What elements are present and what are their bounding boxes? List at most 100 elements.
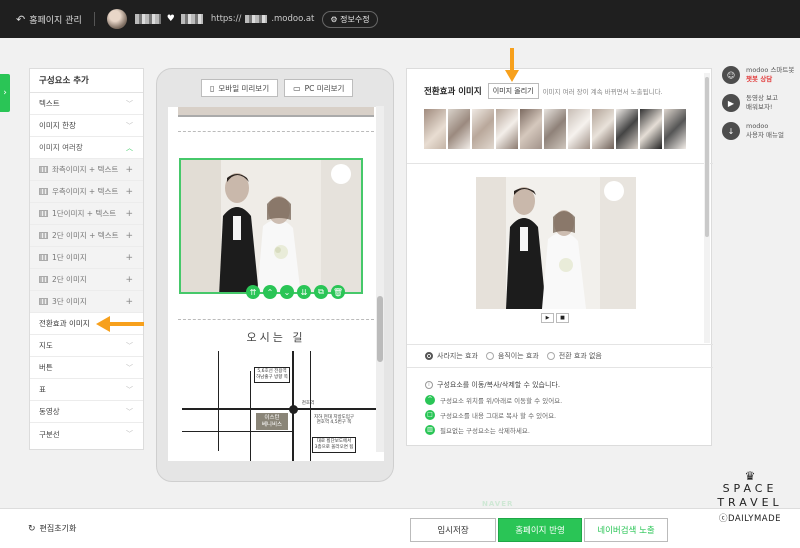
delete-icon[interactable]: 🗑 — [331, 285, 345, 299]
copy-icon: □ — [425, 409, 435, 420]
chevron-up-icon: ︿ — [126, 143, 133, 152]
map-note: 지하 현대 지방도입구 천호역 4,5번구 쪽 — [313, 415, 355, 426]
blurred-name — [134, 14, 161, 24]
component-text[interactable]: 텍스트 ﹀ — [30, 93, 143, 115]
sub-2col-image[interactable]: 2단 이미지 + — [30, 269, 143, 291]
scrollbar-thumb[interactable] — [705, 77, 709, 237]
playback-controls: ▶ ■ — [541, 313, 569, 323]
selected-transition-image[interactable] — [179, 158, 363, 294]
editor-scrollbar[interactable] — [704, 73, 710, 343]
help-text: 구성요소 위치를 위/아래로 이동할 수 있어요. — [440, 396, 563, 405]
move-up-icon[interactable]: ⌃ — [263, 285, 277, 299]
move-top-icon[interactable]: ⇈ — [246, 285, 260, 299]
upload-image-button[interactable]: 이미지 올리기 — [487, 83, 539, 99]
sub-left-image-text[interactable]: 좌측이미지 + 텍스트 + — [30, 159, 143, 181]
image-thumbnail[interactable] — [520, 109, 542, 149]
temp-save-button[interactable]: 임시저장 — [410, 518, 496, 542]
chevron-down-icon: ﹀ — [126, 385, 133, 394]
component-label: 표 — [39, 385, 46, 394]
sub-1col-image-text[interactable]: 1단이미지 + 텍스트 + — [30, 203, 143, 225]
plus-icon[interactable]: + — [125, 297, 133, 307]
help-text: 구성요소를 내용 그대로 복사 할 수 있어요. — [440, 411, 557, 420]
component-label: 전환효과 이미지 — [39, 319, 90, 328]
widget-title: modoo 스마트봇 — [746, 66, 795, 74]
sub-3col-image[interactable]: 3단 이미지 + — [30, 291, 143, 313]
component-label: 텍스트 — [39, 99, 60, 108]
manual-widget[interactable]: ↓ modoo 사용자 매뉴얼 — [722, 122, 800, 140]
image-thumbnail[interactable] — [592, 109, 614, 149]
effect-fade-radio[interactable]: 사라지는 효과 — [425, 351, 478, 361]
plus-icon[interactable]: + — [125, 231, 133, 241]
divider — [93, 12, 95, 26]
plus-icon[interactable]: + — [125, 209, 133, 219]
reset-edit-button[interactable]: ↻ 편집초기화 — [28, 523, 76, 534]
component-multi-image[interactable]: 이미지 여러장 ︿ — [30, 137, 143, 159]
effect-slide-radio[interactable]: 움직이는 효과 — [485, 351, 539, 361]
component-help: i 구성요소를 이동/복사/삭제할 수 있습니다. ^ 구성요소 위치를 위/아래로… — [425, 377, 562, 437]
video-guide-widget[interactable]: ▶ 동영상 보고 배워보자! — [722, 94, 800, 112]
watermark-line2: ⓒDAILYMADE — [718, 514, 782, 524]
directions-map: 5,6호선 전용역 하남출구 방향 쪽 천호역 이스턴 베니비스 지하 현대 지방… — [182, 351, 378, 461]
component-divider[interactable]: 구분선 ﹀ — [30, 423, 143, 445]
plus-icon[interactable]: + — [125, 275, 133, 285]
radio-unchecked-icon — [485, 352, 494, 360]
site-url[interactable]: https:// .modoo.at — [211, 14, 315, 24]
copy-icon[interactable]: ⧉ — [314, 285, 328, 299]
component-video[interactable]: 동영상 ﹀ — [30, 401, 143, 423]
scrollbar-thumb[interactable] — [377, 296, 383, 362]
naver-search-button[interactable]: 네이버검색 노출 — [584, 518, 668, 542]
image-thumbnail[interactable] — [664, 109, 686, 149]
edit-info-button[interactable]: ⚙ 정보수정 — [322, 10, 378, 28]
map-road — [218, 351, 219, 451]
image-thumbnail[interactable] — [616, 109, 638, 149]
download-icon: ↓ — [722, 122, 740, 140]
components-panel: 구성요소 추가 텍스트 ﹀ 이미지 한장 ﹀ 이미지 여러장 ︿ 좌측이미지 +… — [29, 68, 144, 450]
crown-icon: ♛ — [744, 469, 756, 483]
help-text: 필요없는 구성요소는 삭제하세요. — [440, 426, 530, 435]
component-map[interactable]: 지도 ﹀ — [30, 335, 143, 357]
preview-scrollbar[interactable] — [376, 106, 384, 452]
stop-button[interactable]: ■ — [556, 313, 569, 323]
smartbot-widget[interactable]: ☺ modoo 스마트봇 챗봇 상담 — [722, 66, 800, 84]
component-button[interactable]: 버튼 ﹀ — [30, 357, 143, 379]
move-down-icon[interactable]: ⌄ — [280, 285, 294, 299]
divider — [407, 163, 713, 164]
image-thumbnail[interactable] — [640, 109, 662, 149]
image-thumbnail[interactable] — [448, 109, 470, 149]
sub-1col-image[interactable]: 1단 이미지 + — [30, 247, 143, 269]
panel-toggle-tab[interactable]: › — [0, 74, 10, 112]
image-thumbnail[interactable] — [544, 109, 566, 149]
pc-preview-button[interactable]: ▭ PC 미리보기 — [284, 79, 354, 97]
footer-bar: ↻ 편집초기화 임시저장 홈페이지 반영 네이버검색 노출 — [0, 508, 800, 548]
reset-icon: ↻ — [28, 523, 36, 534]
image-thumbnail[interactable] — [424, 109, 446, 149]
component-label: 지도 — [39, 341, 53, 350]
play-button[interactable]: ▶ — [541, 313, 554, 323]
component-label: 이미지 한장 — [39, 121, 76, 130]
component-label: 동영상 — [39, 407, 60, 416]
image-thumbnail[interactable] — [496, 109, 518, 149]
layout-thumb-icon — [39, 188, 48, 195]
plus-icon[interactable]: + — [125, 253, 133, 263]
sub-2col-image-text[interactable]: 2단 이미지 + 텍스트 + — [30, 225, 143, 247]
blurred-domain — [245, 15, 268, 23]
sub-right-image-text[interactable]: 우측이미지 + 텍스트 + — [30, 181, 143, 203]
plus-icon[interactable]: + — [125, 165, 133, 175]
divider — [407, 367, 713, 368]
radio-unchecked-icon — [546, 352, 555, 360]
wedding-photo — [181, 160, 361, 292]
sub-label: 1단이미지 + 텍스트 — [52, 209, 117, 218]
component-table[interactable]: 표 ﹀ — [30, 379, 143, 401]
component-single-image[interactable]: 이미지 한장 ﹀ — [30, 115, 143, 137]
image-thumbnail[interactable] — [472, 109, 494, 149]
effect-none-radio[interactable]: 전환 효과 없음 — [546, 351, 602, 361]
plus-icon[interactable]: + — [125, 187, 133, 197]
back-to-home-management[interactable]: ↶ 홈페이지 관리 — [16, 13, 82, 26]
image-thumbnail[interactable] — [568, 109, 590, 149]
publish-button[interactable]: 홈페이지 반영 — [498, 518, 582, 542]
mobile-preview-button[interactable]: ▯ 모바일 미리보기 — [201, 79, 279, 97]
monitor-icon: ▭ — [293, 83, 301, 93]
move-bottom-icon[interactable]: ⇊ — [297, 285, 311, 299]
chevron-down-icon: ﹀ — [126, 363, 133, 372]
venue-name-line1: 이스턴 — [264, 415, 280, 421]
